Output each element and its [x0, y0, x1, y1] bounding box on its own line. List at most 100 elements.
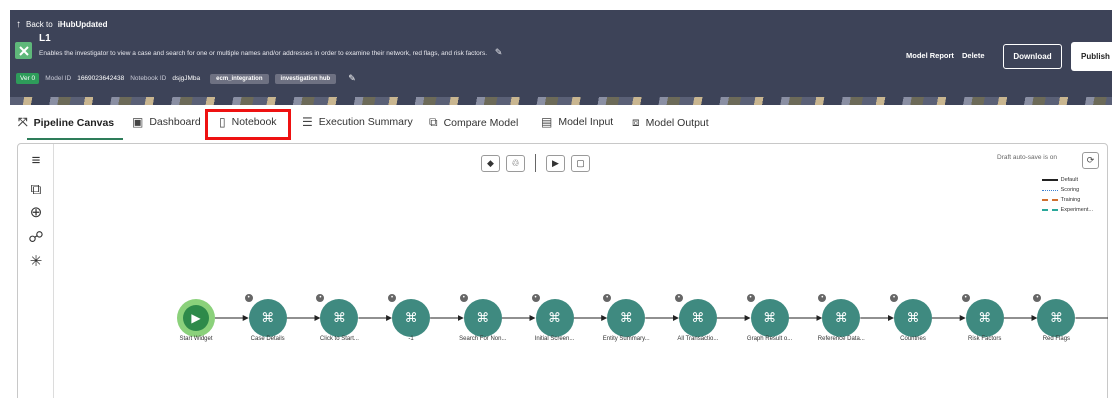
back-target: iHubUpdated [57, 20, 108, 29]
node-label: Reference Data... [817, 336, 865, 342]
delete-link[interactable]: Delete [962, 51, 985, 60]
run-icon[interactable]: ▶ [546, 154, 565, 172]
model-id-label: Model ID [45, 75, 72, 82]
pipeline-node[interactable]: • ⌘ [530, 293, 574, 337]
pipeline-node[interactable]: • ⌘ [673, 293, 717, 337]
tab-label: Model Input [558, 116, 614, 128]
node-label: Initial Screen... [534, 336, 575, 342]
node-label: Countries [900, 336, 926, 342]
recycle-icon[interactable]: ♲ [506, 154, 525, 172]
model-meta: Ver 0 Model ID 1669023642438 Notebook ID… [16, 73, 356, 84]
tab-model-input[interactable]: ▤ Model Input [541, 115, 613, 129]
tab-label: Compare Model [443, 116, 519, 129]
model-id-value: 1669023642438 [77, 75, 125, 82]
widget-icon: ⌘ [548, 310, 561, 325]
pipeline-node[interactable]: • ⌘ [960, 293, 1004, 337]
graph-icon[interactable]: ☍ [27, 228, 45, 246]
node-status-badge: • [673, 293, 684, 303]
model-description: Enables the investigator to view a case … [39, 47, 502, 58]
widget-icon: ⌘ [261, 310, 275, 325]
pipeline-node[interactable]: • ⌘ [243, 293, 287, 337]
list-icon: ☰ [302, 115, 313, 129]
node-status-badge: • [530, 293, 541, 303]
pipeline-node[interactable]: • ⌘ [458, 293, 502, 337]
play-icon: ▶ [183, 305, 209, 331]
autosave-status: Draft auto-save is on [997, 154, 1057, 161]
node-status-badge: • [745, 293, 756, 303]
data-source-icon[interactable]: ⧉ [27, 181, 45, 198]
publish-button[interactable]: Publish [1071, 42, 1112, 71]
widget-icon: ⌘ [332, 310, 346, 325]
refresh-icon[interactable]: ⟳ [1082, 152, 1099, 169]
widget-icon: ⌘ [476, 310, 490, 325]
widget-icon: ⌘ [619, 310, 633, 325]
back-link[interactable]: ↑ Back to iHubUpdated [16, 19, 107, 30]
legend-experiment: Experiment... [1041, 205, 1093, 215]
node-label: Start Widget [179, 336, 213, 342]
tab-pipeline-canvas[interactable]: ⤧ Pipeline Canvas [18, 115, 114, 130]
notebook-id-label: Notebook ID [130, 75, 167, 82]
tab-execution-summary[interactable]: ☰ Execution Summary [302, 115, 413, 129]
node-label: -1 [408, 336, 414, 342]
widget-icon: ⌘ [834, 310, 848, 325]
notebook-id-value: dsjgJMba [172, 75, 201, 82]
edit-tags-pencil-icon[interactable]: ✎ [348, 73, 356, 84]
map-icon: ⧉ [429, 115, 438, 129]
download-button[interactable]: Download [1003, 44, 1062, 69]
description-text: Enables the investigator to view a case … [39, 50, 488, 57]
pipeline-node[interactable]: • ⌘ [889, 293, 932, 337]
pipeline-node[interactable]: • ⌘ [387, 293, 431, 337]
widget-icon: ⌘ [906, 310, 920, 325]
node-status-badge: • [458, 293, 469, 303]
menu-icon[interactable]: ≡ [27, 152, 45, 169]
edit-pencil-icon[interactable]: ✎ [495, 47, 503, 57]
tab-dashboard[interactable]: ▣ Dashboard [132, 115, 201, 129]
node-status-badge: • [243, 293, 254, 303]
legend-scoring: Scoring [1041, 185, 1093, 195]
active-tab-indicator [27, 138, 123, 140]
eraser-icon[interactable]: ◆ [481, 154, 500, 172]
add-widget-icon[interactable]: ⊕ [27, 203, 45, 221]
pipeline-canvas[interactable]: ≡ ⧉ ⊕ ☍ ✳ ◆ ♲ ▶ ▢ Draft auto-save is on … [17, 143, 1108, 398]
output-icon: ⧈ [632, 115, 640, 129]
tab-model-output[interactable]: ⧈ Model Output [632, 115, 709, 130]
tab-compare-model[interactable]: ⧉ Compare Model [429, 115, 518, 130]
legend-label: Training [1060, 197, 1081, 203]
node-status-badge: • [960, 293, 971, 303]
node-label: Red Flags [1042, 336, 1071, 342]
back-label: Back to [26, 20, 53, 29]
model-report-link[interactable]: Model Report [906, 51, 954, 60]
tab-bar: ⤧ Pipeline Canvas ▣ Dashboard ▯ Notebook… [10, 105, 1112, 143]
node-label: Case Details [250, 336, 285, 342]
arrow-up-icon: ↑ [16, 19, 21, 30]
notebook-highlight-box [205, 109, 291, 140]
tab-label: Execution Summary [318, 116, 413, 128]
node-label: Entity Summary... [602, 336, 650, 342]
model-header: ↑ Back to iHubUpdated L1 Enables the inv… [10, 10, 1112, 97]
node-label: Risk Factors [968, 336, 1002, 342]
pipeline-icon: ⤧ [18, 115, 28, 129]
legend-label: Scoring [1060, 187, 1080, 193]
node-label: Click to Start... [319, 336, 359, 342]
tab-label: Pipeline Canvas [33, 116, 115, 129]
network-icon[interactable]: ✳ [27, 252, 45, 270]
form-icon: ▤ [541, 115, 553, 129]
start-widget-node[interactable]: ▶ [177, 299, 215, 337]
pipeline-node[interactable]: • ⌘ [745, 293, 789, 337]
widget-palette: ≡ ⧉ ⊕ ☍ ✳ [18, 144, 54, 398]
decorative-banner [10, 97, 1112, 105]
pipeline-node[interactable]: • ⌘ [602, 293, 646, 337]
widget-icon: ⌘ [691, 310, 705, 325]
node-label: Graph Result o... [746, 336, 793, 342]
node-status-badge: • [889, 293, 899, 303]
save-icon[interactable]: ▢ [571, 154, 590, 172]
version-badge: Ver 0 [16, 73, 40, 84]
tag-investigation-hub: investigation hub [274, 73, 337, 84]
node-label: Search For Non... [459, 336, 507, 342]
tag-ecm-integration: ecm_integration [210, 73, 269, 84]
legend-label: Experiment... [1060, 207, 1093, 213]
node-label: All Transactio... [677, 336, 719, 342]
widget-icon: ⌘ [404, 310, 418, 325]
canvas-toolbar: ◆ ♲ ▶ ▢ [481, 154, 590, 172]
legend-label: Default [1060, 177, 1079, 183]
